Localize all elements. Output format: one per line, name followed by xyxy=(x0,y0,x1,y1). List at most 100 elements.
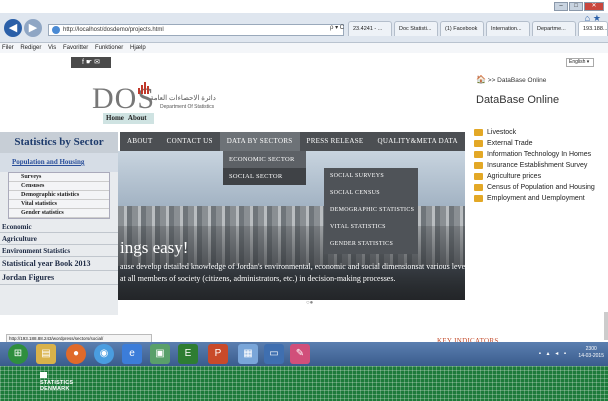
clock-time: 2300 xyxy=(585,346,597,352)
menu-view[interactable]: Vis xyxy=(48,45,56,51)
tab-1[interactable]: 23.4241 - ... xyxy=(348,21,392,36)
home-about-links: Home About xyxy=(103,113,154,124)
maximize-icon[interactable]: □ xyxy=(569,2,583,11)
clock[interactable]: 2300 14-03-2015 xyxy=(578,346,604,360)
logo-subtitle: Department Of Statistics xyxy=(160,104,215,110)
sidebar-sub-vital[interactable]: Vital statistics xyxy=(9,200,109,209)
media-taskbar-icon[interactable]: ● xyxy=(66,344,86,364)
home-breadcrumb-icon[interactable]: 🏠 xyxy=(476,75,486,84)
language-select[interactable]: English ▾ xyxy=(566,58,594,67)
db-item-it-homes[interactable]: Information Technology In Homes xyxy=(474,149,608,160)
address-text: http://localhost/dosdemo/projects.html xyxy=(63,27,164,33)
hero-line-2: at all members of society (citizens, adm… xyxy=(120,274,396,283)
scrollbar[interactable] xyxy=(604,312,608,340)
sidebar: Statistics by Sector Population and Hous… xyxy=(0,132,118,315)
start-button-icon[interactable]: ⊞ xyxy=(8,344,28,364)
sidebar-item-jordan-figures[interactable]: Jordan Figures xyxy=(0,271,118,285)
excel-taskbar-icon[interactable]: E xyxy=(178,344,198,364)
paint-taskbar-icon[interactable]: ✎ xyxy=(290,344,310,364)
folder-icon xyxy=(474,129,483,136)
folder-icon xyxy=(474,173,483,180)
system-tray-icons[interactable]: ▪ ▴ ◂ ▪ xyxy=(539,350,568,357)
db-item-insurance[interactable]: Insurance Establishment Survey xyxy=(474,160,608,171)
tab-3[interactable]: (1) Facebook xyxy=(440,21,484,36)
address-bar[interactable]: http://localhost/dosdemo/projects.html xyxy=(48,24,344,36)
hero-title: ings easy! xyxy=(120,238,189,257)
dropdown-gender-statistics[interactable]: GENDER STATISTICS xyxy=(324,236,418,253)
close-icon[interactable]: ✕ xyxy=(584,2,604,11)
screen-taskbar-icon[interactable]: ▭ xyxy=(264,344,284,364)
database-list: Livestock External Trade Information Tec… xyxy=(474,127,608,204)
sidebar-sub-surveys[interactable]: Surveys xyxy=(9,173,109,182)
sidebar-sub-gender[interactable]: Gender statistics xyxy=(9,209,109,218)
banner-line-2: DENMARK xyxy=(40,386,70,392)
menu-file[interactable]: Filer xyxy=(2,45,14,51)
ie-taskbar-icon[interactable]: e xyxy=(122,344,142,364)
nav-data-by-sectors[interactable]: DATA BY SECTORS xyxy=(219,132,300,151)
social-links[interactable]: f ☛ ✉ xyxy=(71,57,111,68)
sidebar-submenu: Surveys Censuses Demographic statistics … xyxy=(8,172,110,219)
back-arrow-icon[interactable]: ◀ xyxy=(4,19,22,37)
ie-icon xyxy=(52,26,60,34)
dropdown-social-census[interactable]: SOCIAL CENSUS xyxy=(324,185,418,202)
hero-line-1: ause develop detailed knowledge of Jorda… xyxy=(120,262,465,271)
db-item-census[interactable]: Census of Population and Housing xyxy=(474,182,608,193)
dropdown-social-sector[interactable]: SOCIAL SECTOR xyxy=(223,168,306,185)
panel-title: DataBase Online xyxy=(476,94,560,106)
slider-dots[interactable]: ○● xyxy=(306,300,313,306)
dropdown-demographic-statistics[interactable]: DEMOGRAPHIC STATISTICS xyxy=(324,202,418,219)
dropdown-economic-sector[interactable]: ECONOMIC SECTOR xyxy=(223,151,306,168)
home-icon[interactable]: ⌂ xyxy=(585,13,590,23)
db-item-agriculture-prices[interactable]: Agriculture prices xyxy=(474,171,608,182)
nav-about[interactable]: ABOUT xyxy=(120,132,160,151)
sidebar-item-yearbook[interactable]: Statistical year Book 2013 xyxy=(0,257,118,271)
folder-taskbar-icon[interactable]: ▤ xyxy=(36,344,56,364)
db-item-livestock[interactable]: Livestock xyxy=(474,127,608,138)
forward-arrow-icon[interactable]: ▶ xyxy=(24,19,42,37)
nav-press-release[interactable]: PRESS RELEASE xyxy=(300,132,371,151)
dropdown-social-surveys[interactable]: SOCIAL SURVEYS xyxy=(324,168,418,185)
sidebar-item-environment[interactable]: Environment Statistics xyxy=(0,245,118,257)
db-item-external-trade[interactable]: External Trade xyxy=(474,138,608,149)
sidebar-item-agriculture[interactable]: Agriculture xyxy=(0,233,118,245)
social-dropdown: SOCIAL SURVEYS SOCIAL CENSUS DEMOGRAPHIC… xyxy=(324,168,418,254)
folder-icon xyxy=(474,195,483,202)
app-taskbar-icon[interactable]: ▣ xyxy=(150,344,170,364)
tab-2[interactable]: Doc Statisti... xyxy=(394,21,438,36)
sidebar-sub-demographic[interactable]: Demographic statistics xyxy=(9,191,109,200)
folder-icon xyxy=(474,184,483,191)
favorites-star-icon[interactable]: ★ xyxy=(593,13,601,24)
nav-contact[interactable]: CONTACT US xyxy=(160,132,220,151)
statistics-denmark-banner xyxy=(0,366,608,401)
database-online-panel: 🏠 >> DataBase Online DataBase Online Liv… xyxy=(466,70,608,302)
taskbar: ⊞ ▤ ● ◉ e ▣ E P ▦ ▭ ✎ ▪ ▴ ◂ ▪ 2300 14-03-… xyxy=(0,342,608,366)
sidebar-section-population[interactable]: Population and Housing xyxy=(0,153,118,172)
folder-icon xyxy=(474,162,483,169)
language-value: English xyxy=(569,59,586,65)
folder-icon xyxy=(474,140,483,147)
screen: ◀ ▶ http://localhost/dosdemo/projects.ht… xyxy=(0,0,608,401)
chrome-taskbar-icon[interactable]: ◉ xyxy=(94,344,114,364)
menu-favorites[interactable]: Favoritter xyxy=(63,45,88,51)
folder-icon xyxy=(474,151,483,158)
sidebar-sub-censuses[interactable]: Censuses xyxy=(9,182,109,191)
tab-5[interactable]: Departme... xyxy=(532,21,576,36)
db-item-employment[interactable]: Employment and Uemployment xyxy=(474,193,608,204)
dropdown-vital-statistics[interactable]: VITAL STATISTICS xyxy=(324,219,418,236)
clock-date: 14-03-2015 xyxy=(578,353,604,359)
breadcrumb-text[interactable]: >> DataBase Online xyxy=(488,77,547,84)
powerpoint-taskbar-icon[interactable]: P xyxy=(208,344,228,364)
top-nav: ABOUT CONTACT US DATA BY SECTORS PRESS R… xyxy=(120,132,465,151)
window-taskbar-icon[interactable]: ▦ xyxy=(238,344,258,364)
browser-chrome: ◀ ▶ http://localhost/dosdemo/projects.ht… xyxy=(0,13,608,43)
nav-quality-meta[interactable]: QUALITY&META DATA xyxy=(371,132,465,151)
menu-tools[interactable]: Funktioner xyxy=(95,45,123,51)
menu-help[interactable]: Hjælp xyxy=(130,45,146,51)
minimize-icon[interactable]: – xyxy=(554,2,568,11)
home-link[interactable]: Home xyxy=(106,114,124,122)
tab-4[interactable]: Internation... xyxy=(486,21,530,36)
sidebar-item-economic[interactable]: Economic xyxy=(0,221,118,233)
menu-edit[interactable]: Rediger xyxy=(20,45,41,51)
about-link[interactable]: About xyxy=(128,114,147,122)
search-refresh-icon[interactable]: ρ ▾ C xyxy=(330,24,344,31)
